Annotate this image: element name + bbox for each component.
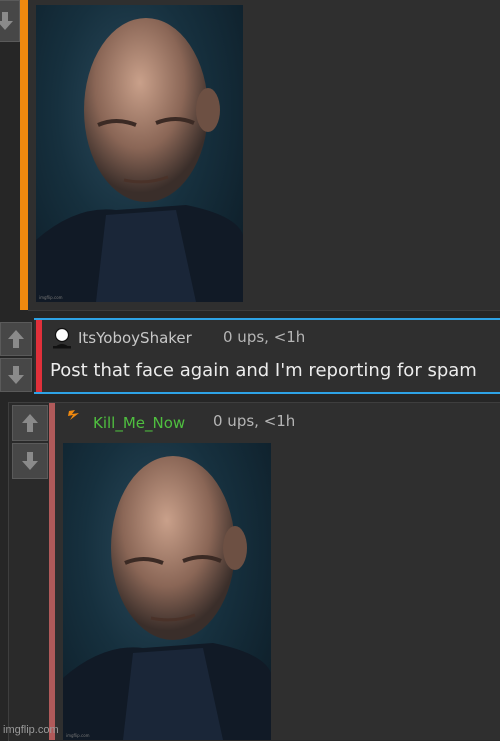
comment-text: Post that face again and I'm reporting f… — [50, 360, 477, 381]
comment-username[interactable]: Kill_Me_Now — [93, 414, 185, 432]
comment-meta: 0 ups, <1h — [223, 328, 306, 346]
downvote-button-2[interactable] — [0, 358, 32, 392]
person-silhouette-icon — [53, 327, 71, 349]
down-arrow-icon — [8, 366, 24, 384]
up-arrow-icon — [22, 414, 38, 432]
down-arrow-icon — [0, 12, 13, 30]
comment-accent-bar — [20, 0, 28, 310]
comment-meta: 0 ups, <1h — [213, 412, 296, 430]
comment-accent-bar — [36, 320, 42, 392]
watermark: imgflip.com — [3, 724, 59, 736]
comment-image[interactable]: imgflip.com — [36, 5, 243, 302]
up-arrow-icon — [8, 330, 24, 348]
downvote-button-1[interactable] — [0, 0, 20, 42]
downvote-button-3[interactable] — [12, 443, 48, 479]
portrait-photo-icon — [63, 456, 271, 740]
down-arrow-icon — [22, 452, 38, 470]
comment-image[interactable]: imgflip.com — [63, 443, 271, 740]
upvote-button-2[interactable] — [0, 322, 32, 356]
lightning-badge-icon — [68, 410, 79, 420]
image-credit: imgflip.com — [66, 733, 90, 738]
comment-username[interactable]: ItsYoboyShaker — [78, 329, 192, 347]
portrait-photo-icon — [36, 18, 243, 302]
image-credit: imgflip.com — [39, 295, 63, 300]
upvote-button-3[interactable] — [12, 405, 48, 441]
